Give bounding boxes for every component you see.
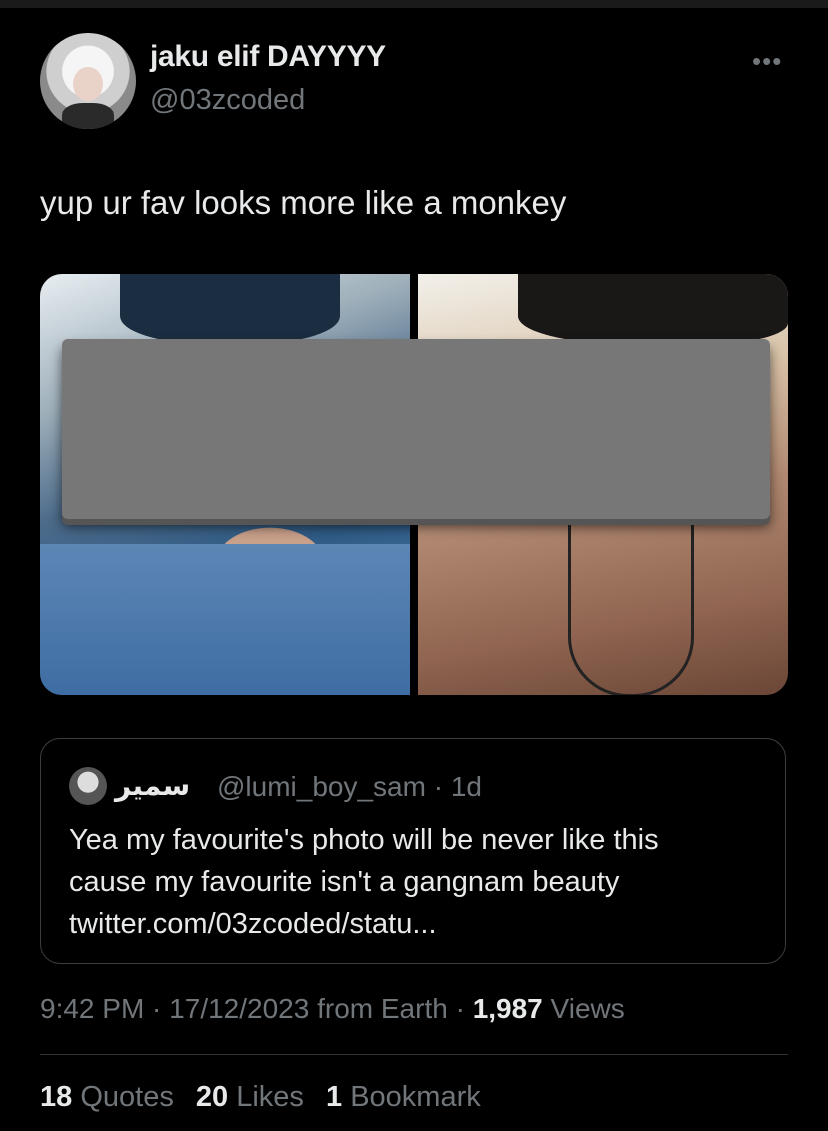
- quoted-author-name: سمير: [115, 770, 191, 801]
- avatar-shirt: [62, 103, 114, 129]
- views-count: 1,987: [472, 993, 543, 1024]
- quoted-author-handle: @lumi_boy_sam · 1d: [217, 771, 482, 802]
- tweet-source: from Earth: [317, 993, 448, 1024]
- tweet-date[interactable]: 17/12/2023: [169, 993, 309, 1024]
- photo-left-hair: [120, 274, 340, 344]
- engagement-stats: 18 Quotes 20 Likes 1 Bookmark: [40, 1081, 495, 1114]
- author-display-name[interactable]: jaku elif DAYYYY: [150, 40, 386, 74]
- photo-right-necklace: [568, 524, 694, 695]
- tweet-time[interactable]: 9:42 PM: [40, 993, 144, 1024]
- tweet-metadata: 9:42 PM · 17/12/2023 from Earth · 1,987 …: [40, 993, 625, 1024]
- top-bar: [0, 0, 828, 8]
- avatar-face: [73, 67, 103, 101]
- quoted-tweet-text: Yea my favourite's photo will be never l…: [69, 819, 759, 945]
- likes-label: Likes: [236, 1081, 304, 1113]
- likes-count: 20: [195, 1081, 229, 1113]
- likes-stat[interactable]: 20 Likes: [196, 1081, 304, 1113]
- bookmarks-count: 1: [325, 1081, 343, 1113]
- photo-left-jacket: [40, 544, 410, 695]
- quoted-text-link[interactable]: twitter.com/03zcoded/statu...: [69, 903, 759, 945]
- views-label: Views: [550, 993, 625, 1024]
- quoted-tweet-card[interactable]: سمير @lumi_boy_sam · 1d Yea my favourite…: [40, 738, 786, 964]
- bookmarks-stat[interactable]: 1 Bookmark: [326, 1081, 481, 1113]
- quoted-text-line: Yea my favourite's photo will be never l…: [69, 824, 659, 856]
- quoted-author-avatar: [69, 767, 107, 805]
- tweet-media[interactable]: [40, 274, 788, 695]
- quoted-text-line: cause my favourite isn't a gangnam beaut…: [69, 866, 620, 898]
- divider: [40, 1054, 788, 1055]
- author-handle[interactable]: @03zcoded: [150, 84, 305, 117]
- quotes-label: Quotes: [80, 1081, 174, 1113]
- author-avatar[interactable]: [40, 33, 136, 129]
- photo-right-hair: [518, 274, 788, 344]
- more-options-icon[interactable]: •••: [752, 46, 782, 77]
- censor-block: [62, 339, 770, 519]
- quotes-stat[interactable]: 18 Quotes: [40, 1081, 174, 1113]
- quotes-count: 18: [40, 1081, 73, 1113]
- bookmarks-label: Bookmark: [350, 1081, 481, 1113]
- tweet-text: yup ur fav looks more like a monkey: [40, 184, 567, 221]
